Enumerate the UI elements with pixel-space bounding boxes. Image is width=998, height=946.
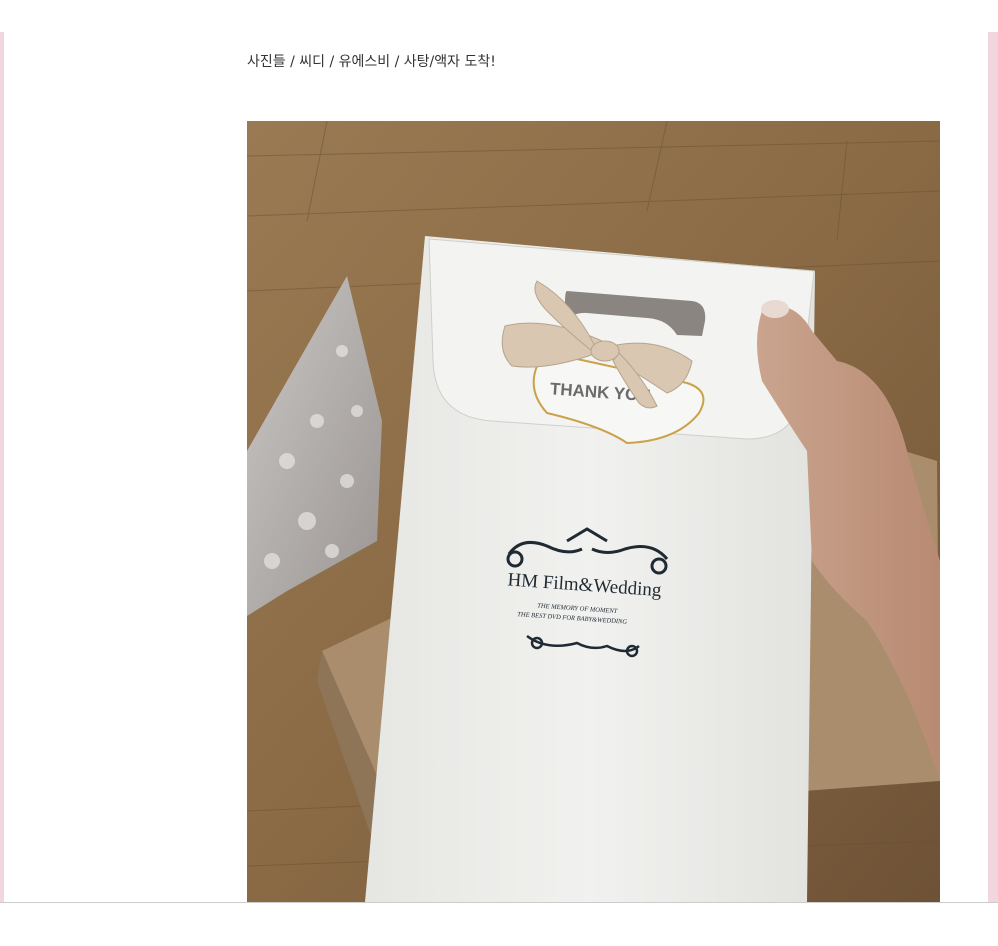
- left-accent-border: [0, 32, 4, 902]
- bottom-bar: [0, 902, 998, 946]
- top-bar: [0, 0, 998, 33]
- right-accent-border: [988, 32, 998, 902]
- post-photo: THANK YOU HM Film&Wedding THE MEMORY OF …: [247, 121, 940, 902]
- post-caption: 사진들 / 씨디 / 유에스비 / 사탕/액자 도착!: [247, 54, 496, 70]
